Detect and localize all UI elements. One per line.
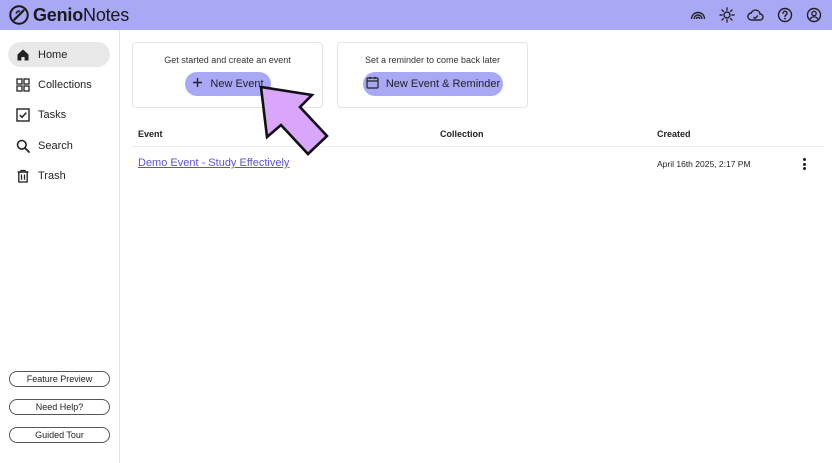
table-divider [132, 146, 824, 147]
sidebar-item-collections[interactable]: Collections [8, 72, 110, 97]
column-header-created[interactable]: Created [657, 129, 691, 139]
feature-preview-button[interactable]: Feature Preview [9, 371, 110, 387]
app-header: GenioNotes [0, 0, 832, 30]
event-link[interactable]: Demo Event - Study Effectively [138, 157, 289, 169]
logo[interactable]: GenioNotes [8, 4, 129, 26]
more-options-icon[interactable] [798, 156, 810, 172]
sidebar-item-trash[interactable]: Trash [8, 163, 110, 188]
pointer-arrow-icon [259, 86, 329, 156]
sidebar-item-label: Home [38, 48, 68, 61]
card-title: Set a reminder to come back later [364, 55, 501, 65]
sidebar-item-tasks[interactable]: Tasks [8, 102, 110, 127]
rainbow-icon[interactable] [689, 7, 706, 24]
button-label: New Event & Reminder [385, 78, 501, 90]
plus-icon [192, 77, 203, 91]
sidebar-item-label: Tasks [38, 108, 67, 121]
checkbox-icon [16, 107, 30, 122]
sidebar-item-label: Trash [38, 169, 66, 182]
reminder-card: Set a reminder to come back later New Ev… [337, 42, 528, 108]
sidebar-item-home[interactable]: Home [8, 42, 110, 67]
grid-icon [16, 77, 30, 92]
sidebar-item-search[interactable]: Search [8, 133, 110, 158]
calendar-icon [366, 76, 379, 92]
cloud-icon[interactable] [747, 7, 764, 24]
help-icon[interactable] [776, 7, 793, 24]
button-label: New Event [210, 78, 264, 90]
card-title: Get started and create an event [164, 55, 291, 65]
sun-icon[interactable] [718, 7, 735, 24]
logo-icon [9, 5, 29, 25]
column-header-collection[interactable]: Collection [440, 129, 484, 139]
guided-tour-button[interactable]: Guided Tour [9, 427, 110, 443]
sidebar-item-label: Collections [38, 78, 92, 91]
search-icon [16, 139, 30, 153]
column-header-event[interactable]: Event [138, 129, 163, 139]
new-event-reminder-button[interactable]: New Event & Reminder [363, 72, 503, 96]
trash-icon [16, 169, 30, 183]
sidebar: Home Collections Tasks Search Trash Feat… [0, 30, 120, 463]
home-icon [16, 48, 30, 62]
created-date: April 16th 2025, 2:17 PM [657, 159, 751, 169]
user-icon[interactable] [805, 7, 822, 24]
logo-text: GenioNotes [33, 4, 130, 25]
sidebar-item-label: Search [38, 139, 73, 152]
need-help-button[interactable]: Need Help? [9, 399, 110, 415]
